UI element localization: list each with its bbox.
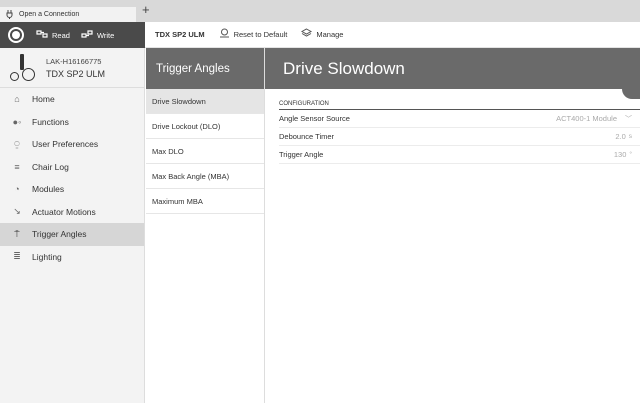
sidebar-item-chair-log[interactable]: ≡ Chair Log bbox=[0, 156, 144, 179]
tab-label: Open a Connection bbox=[19, 11, 80, 18]
setting-row-debounce-timer[interactable]: Debounce Timer 2.0 s bbox=[279, 128, 640, 146]
setting-unit: ° bbox=[629, 151, 632, 158]
write-icon bbox=[81, 29, 93, 42]
sidebar-item-label: Home bbox=[32, 94, 55, 105]
user-icon: ⍜ bbox=[14, 138, 20, 149]
device-model: TDX SP2 ULM bbox=[46, 68, 106, 79]
manage-label: Manage bbox=[316, 30, 344, 39]
sidebar-item-lighting[interactable]: ≣ Lighting bbox=[0, 246, 144, 269]
sidebar-item-functions[interactable]: ●◦ Functions bbox=[0, 111, 144, 134]
sidebar-item-label: Chair Log bbox=[32, 161, 69, 172]
device-card[interactable]: LAK-H16166775 TDX SP2 ULM bbox=[0, 48, 144, 88]
wheelchair-icon bbox=[10, 53, 35, 82]
device-toolbar: TDX SP2 ULM Reset to Default Manage bbox=[145, 22, 640, 48]
write-button[interactable]: Write bbox=[81, 29, 114, 42]
sidebar-item-label: Functions bbox=[32, 116, 69, 127]
toolbar-device-name: TDX SP2 ULM bbox=[155, 30, 205, 39]
new-tab-button[interactable]: + bbox=[142, 3, 150, 16]
chevron-down-icon: ﹀ bbox=[625, 115, 632, 123]
sidebar-item-label: Trigger Angles bbox=[32, 229, 87, 240]
sidebar-item-home[interactable]: ⌂ Home bbox=[0, 88, 144, 111]
main-content: Drive Slowdown CONFIGURATION Angle Senso… bbox=[265, 48, 640, 403]
sidebar: LAK-H16166775 TDX SP2 ULM ⌂ Home ●◦ Func… bbox=[0, 48, 145, 403]
reset-icon bbox=[219, 28, 230, 41]
connection-toolbar: Read Write bbox=[0, 22, 145, 48]
modules-icon: ◔ bbox=[14, 184, 20, 195]
sidebar-item-modules[interactable]: ◔ Modules bbox=[0, 178, 144, 201]
trigger-angle-field[interactable]: 130 ° bbox=[614, 150, 632, 159]
setting-label: Angle Sensor Source bbox=[279, 114, 350, 123]
sidebar-item-user-preferences[interactable]: ⍜ User Preferences bbox=[0, 133, 144, 156]
setting-value: 130 bbox=[613, 150, 627, 159]
subnav-item-max-dlo[interactable]: Max DLO bbox=[146, 139, 264, 164]
actuator-icon: ↘ bbox=[13, 206, 21, 217]
lighting-icon: ≣ bbox=[13, 251, 21, 262]
device-id: LAK-H16166775 bbox=[46, 56, 102, 66]
reset-to-default-button[interactable]: Reset to Default bbox=[219, 28, 288, 41]
subnav-item-drive-lockout[interactable]: Drive Lockout (DLO) bbox=[146, 114, 264, 139]
sidebar-item-label: Modules bbox=[32, 184, 65, 195]
trigger-icon: ⍑ bbox=[14, 228, 20, 239]
header-fold bbox=[622, 89, 640, 99]
subnav-title: Trigger Angles bbox=[146, 48, 264, 89]
sidebar-item-label: Lighting bbox=[32, 251, 62, 262]
subnav-item-drive-slowdown[interactable]: Drive Slowdown bbox=[146, 89, 264, 114]
write-label: Write bbox=[96, 30, 115, 40]
subnav-item-max-back-angle[interactable]: Max Back Angle (MBA) bbox=[146, 164, 264, 189]
setting-label: Debounce Timer bbox=[279, 132, 335, 141]
setting-value: ACT400-1 Module bbox=[556, 114, 617, 123]
home-icon: ⌂ bbox=[14, 94, 20, 105]
log-icon: ≡ bbox=[14, 161, 20, 172]
section-label: CONFIGURATION bbox=[279, 101, 640, 110]
tab-bar: Open a Connection + bbox=[0, 0, 640, 22]
read-icon bbox=[36, 29, 48, 42]
subnav: Trigger Angles Drive Slowdown Drive Lock… bbox=[146, 48, 265, 403]
read-button[interactable]: Read bbox=[36, 29, 70, 42]
setting-value: 2.0 bbox=[615, 132, 626, 141]
manage-button[interactable]: Manage bbox=[301, 28, 343, 41]
layers-icon bbox=[301, 28, 313, 41]
setting-row-angle-sensor-source[interactable]: Angle Sensor Source ACT400-1 Module ﹀ bbox=[279, 110, 640, 128]
tab-open-connection[interactable]: Open a Connection bbox=[0, 7, 136, 22]
connection-status-icon[interactable] bbox=[8, 27, 24, 43]
reset-label: Reset to Default bbox=[233, 30, 288, 39]
debounce-timer-field[interactable]: 2.0 s bbox=[615, 132, 632, 141]
setting-row-trigger-angle[interactable]: Trigger Angle 130 ° bbox=[279, 146, 640, 164]
functions-icon: ●◦ bbox=[12, 116, 22, 127]
subnav-item-maximum-mba[interactable]: Maximum MBA bbox=[146, 189, 264, 214]
angle-sensor-source-select[interactable]: ACT400-1 Module ﹀ bbox=[556, 114, 632, 124]
page-title: Drive Slowdown bbox=[265, 48, 640, 89]
read-label: Read bbox=[52, 30, 70, 40]
sidebar-item-trigger-angles[interactable]: ⍑ Trigger Angles bbox=[0, 223, 144, 246]
plug-icon bbox=[6, 10, 15, 19]
sidebar-item-actuator-motions[interactable]: ↘ Actuator Motions bbox=[0, 201, 144, 224]
setting-unit: s bbox=[628, 133, 632, 140]
sidebar-item-label: User Preferences bbox=[32, 139, 99, 150]
sidebar-item-label: Actuator Motions bbox=[32, 206, 96, 217]
setting-label: Trigger Angle bbox=[279, 150, 324, 159]
